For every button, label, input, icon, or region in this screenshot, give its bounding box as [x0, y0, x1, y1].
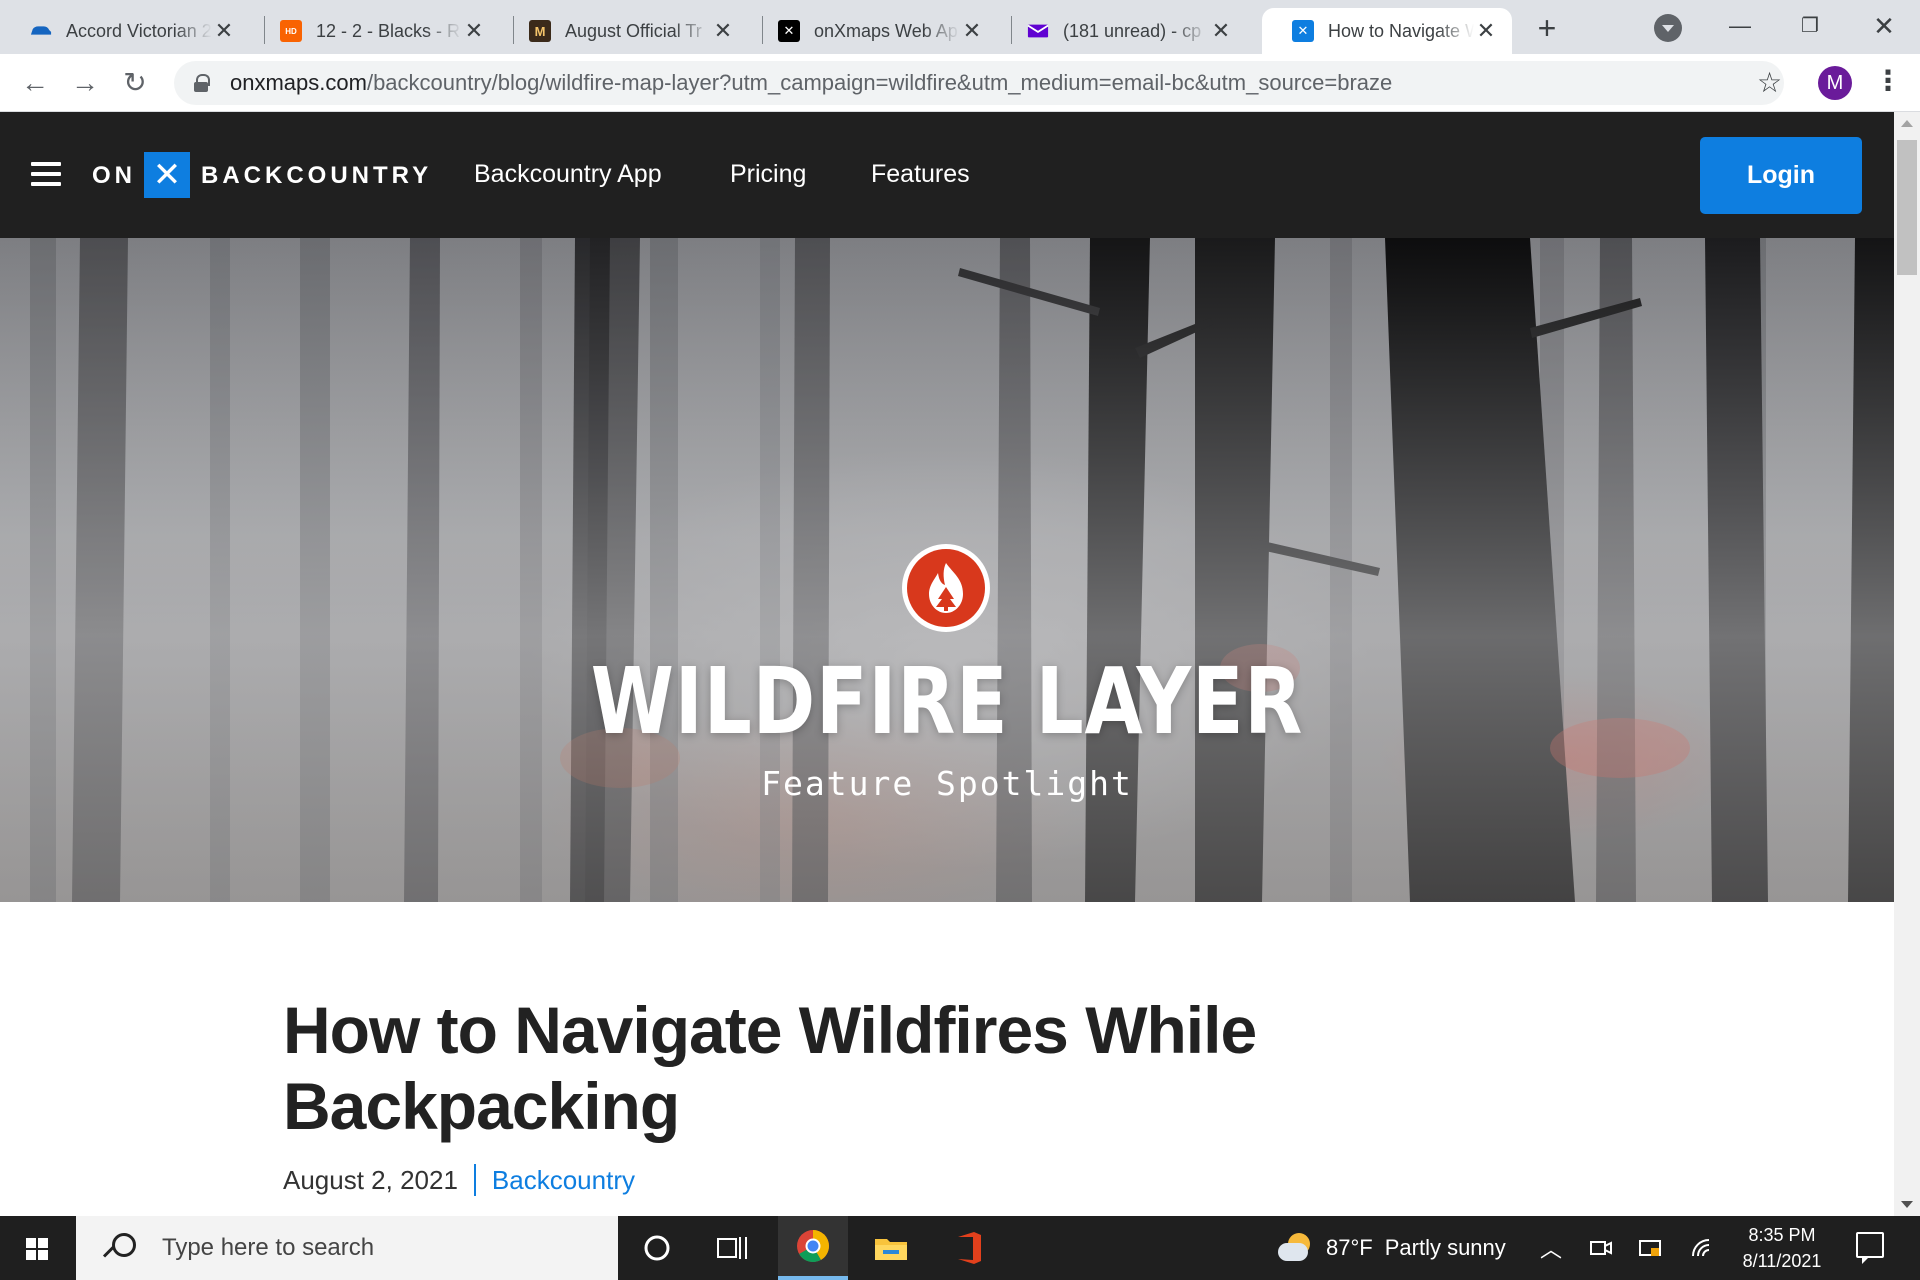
url-host: onxmaps.com: [230, 70, 367, 95]
weather-desc: Partly sunny: [1384, 1235, 1506, 1260]
forward-arrow-icon[interactable]: →: [68, 66, 102, 100]
article-date: August 2, 2021: [283, 1164, 458, 1195]
profile-avatar[interactable]: M: [1818, 66, 1852, 100]
browser-tab[interactable]: M August Official Tr ✕: [499, 8, 749, 54]
nav-backcountry-app[interactable]: Backcountry App: [474, 160, 662, 189]
tab-search-dropdown-icon[interactable]: [1654, 14, 1682, 42]
meet-now-camera-icon[interactable]: [1584, 1216, 1618, 1280]
hero-title: WILDFIRE LAYER: [590, 648, 1304, 755]
address-bar[interactable]: onxmaps.com/backcountry/blog/wildfire-ma…: [174, 61, 1784, 105]
windows-taskbar: Type here to search 87°F Partly sunny ︿: [0, 1216, 1920, 1280]
page-scrollbar[interactable]: [1894, 112, 1920, 1216]
new-tab-plus-icon[interactable]: +: [1530, 12, 1564, 46]
browser-tab[interactable]: ✕ onXmaps Web Ap ✕: [748, 8, 998, 54]
file-explorer-icon[interactable]: [856, 1216, 926, 1280]
restore-window-icon[interactable]: ❐: [1780, 6, 1840, 46]
wildfire-badge-icon: [902, 544, 990, 632]
search-icon: [102, 1231, 136, 1265]
partly-sunny-icon: [1278, 1233, 1312, 1263]
browser-menu-kebab-icon[interactable]: ⋮: [1874, 66, 1902, 100]
logo-on-text[interactable]: ON: [92, 162, 136, 190]
hamburger-menu-icon[interactable]: [31, 162, 61, 186]
onx-favicon-icon: ✕: [778, 20, 800, 42]
article-category-link[interactable]: Backcountry: [492, 1165, 635, 1196]
nav-pricing[interactable]: Pricing: [730, 160, 806, 189]
taskbar-search-placeholder: Type here to search: [162, 1234, 375, 1261]
onx-logo-icon[interactable]: ✕: [144, 152, 190, 198]
mail-favicon-icon: [1027, 20, 1049, 42]
car-favicon-icon: [30, 20, 52, 42]
home-depot-favicon-icon: HD: [280, 20, 302, 42]
hero-banner: WILDFIRE LAYER Feature Spotlight: [0, 238, 1894, 902]
url-path: /backcountry/blog/wildfire-map-layer?utm…: [366, 70, 1393, 95]
browser-tab[interactable]: (181 unread) - cp ✕: [997, 8, 1247, 54]
scroll-thumb[interactable]: [1897, 140, 1917, 275]
back-arrow-icon[interactable]: ←: [18, 66, 52, 100]
tab-close-icon[interactable]: ✕: [1209, 19, 1233, 43]
url-text[interactable]: onxmaps.com/backcountry/blog/wildfire-ma…: [230, 70, 1392, 96]
meta-divider: [473, 1164, 476, 1196]
chrome-taskbar-icon[interactable]: [778, 1216, 848, 1280]
browser-tab-active[interactable]: ✕ How to Navigate W ✕: [1262, 8, 1512, 54]
cortana-circle-icon[interactable]: [622, 1216, 692, 1280]
login-button[interactable]: Login: [1700, 137, 1862, 214]
office-icon[interactable]: [934, 1216, 1004, 1280]
browser-tab-strip: Accord Victorian 2 ✕ HD 12 - 2 - Blacks …: [0, 0, 1920, 54]
tab-title: onXmaps Web Ap: [814, 20, 958, 41]
windows-start-icon[interactable]: [0, 1216, 76, 1280]
taskbar-search-box[interactable]: Type here to search: [76, 1216, 618, 1280]
logo-brand-text[interactable]: BACKCOUNTRY: [201, 162, 432, 190]
lock-icon[interactable]: [194, 74, 210, 92]
tab-close-icon[interactable]: ✕: [960, 19, 984, 43]
tab-close-icon[interactable]: ✕: [212, 19, 236, 43]
minimize-window-icon[interactable]: —: [1710, 6, 1770, 46]
reload-icon[interactable]: ↻: [118, 66, 152, 100]
tab-title: How to Navigate W: [1328, 20, 1474, 41]
clock-time: 8:35 PM: [1748, 1225, 1816, 1245]
tab-title: (181 unread) - cp: [1063, 20, 1202, 41]
onx-favicon-icon: ✕: [1292, 20, 1314, 42]
weather-temp: 87°F: [1326, 1235, 1373, 1260]
close-window-icon[interactable]: ✕: [1854, 6, 1914, 46]
battery-status-icon[interactable]: [1634, 1216, 1668, 1280]
tab-close-icon[interactable]: ✕: [711, 19, 735, 43]
tray-chevron-up-icon[interactable]: ︿: [1536, 1216, 1566, 1280]
browser-toolbar: ← → ↻ onxmaps.com/backcountry/blog/wildf…: [0, 54, 1920, 112]
bookmark-star-icon[interactable]: ☆: [1757, 68, 1782, 98]
tab-title: Accord Victorian 2: [66, 20, 212, 41]
scroll-up-arrow-icon[interactable]: [1901, 120, 1913, 127]
notification-center-icon[interactable]: [1856, 1232, 1884, 1264]
tab-close-icon[interactable]: ✕: [462, 19, 486, 43]
tab-title: August Official Tr: [565, 20, 702, 41]
system-clock[interactable]: 8:35 PM 8/11/2021: [1722, 1222, 1842, 1274]
task-view-icon[interactable]: [698, 1216, 768, 1280]
tab-title: 12 - 2 - Blacks - R: [316, 20, 461, 41]
nav-features[interactable]: Features: [871, 160, 970, 189]
article-meta: August 2, 2021 Backcountry: [283, 1162, 635, 1198]
scroll-down-arrow-icon[interactable]: [1901, 1201, 1913, 1208]
clock-date: 8/11/2021: [1742, 1251, 1822, 1271]
magazine-favicon-icon: M: [529, 20, 551, 42]
page-viewport: ON ✕ BACKCOUNTRY Backcountry App Pricing…: [0, 112, 1894, 1216]
weather-widget[interactable]: 87°F Partly sunny: [1278, 1216, 1506, 1280]
hero-subtitle: Feature Spotlight: [761, 764, 1133, 803]
wifi-icon[interactable]: [1686, 1216, 1720, 1280]
site-header: ON ✕ BACKCOUNTRY Backcountry App Pricing…: [0, 112, 1894, 238]
browser-tab[interactable]: HD 12 - 2 - Blacks - R ✕: [250, 8, 500, 54]
browser-tab[interactable]: Accord Victorian 2 ✕: [0, 8, 250, 54]
article-title: How to Navigate Wildfires While Backpack…: [283, 993, 1257, 1143]
tab-close-icon[interactable]: ✕: [1474, 19, 1498, 43]
